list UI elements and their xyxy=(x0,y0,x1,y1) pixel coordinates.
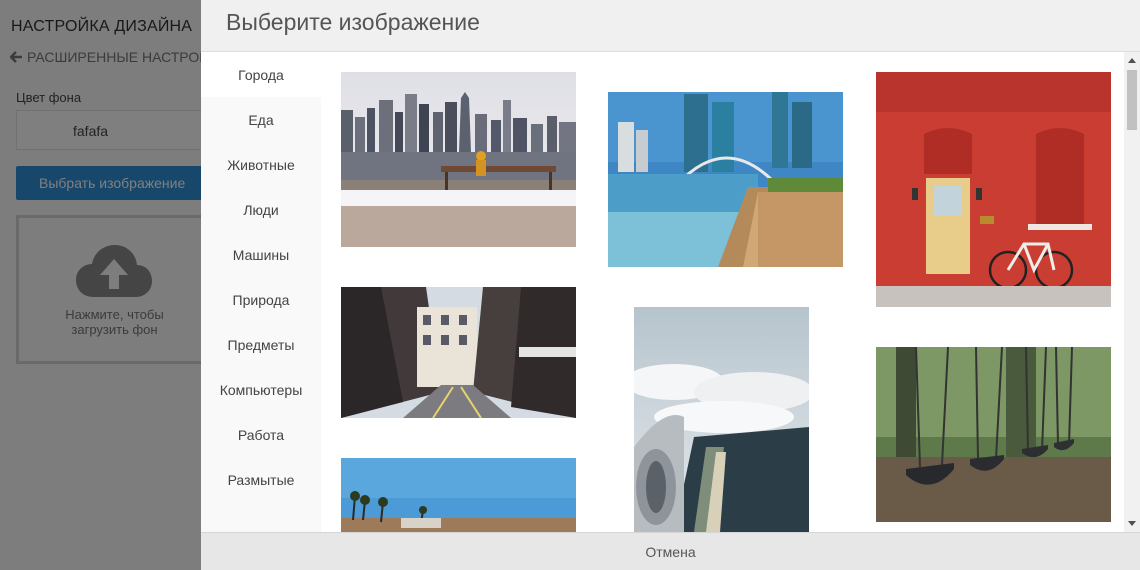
cancel-button[interactable]: Отмена xyxy=(201,533,1140,570)
category-item-cities[interactable]: Города xyxy=(201,52,321,97)
image-thumb-swings[interactable] xyxy=(876,347,1111,522)
category-item-blurred[interactable]: Размытые xyxy=(201,457,321,502)
modal-title: Выберите изображение xyxy=(226,9,480,35)
image-thumb-city-skyline[interactable] xyxy=(341,72,576,247)
image-gallery xyxy=(321,52,1124,532)
scroll-down-arrow-icon[interactable] xyxy=(1124,516,1140,530)
image-thumb-palm-coast[interactable] xyxy=(341,458,576,532)
scroll-up-arrow-icon[interactable] xyxy=(1124,54,1140,68)
image-thumb-airplane-window[interactable] xyxy=(634,307,809,532)
category-item-people[interactable]: Люди xyxy=(201,187,321,232)
category-item-cars[interactable]: Машины xyxy=(201,232,321,277)
category-item-food[interactable]: Еда xyxy=(201,97,321,142)
image-thumb-red-wall[interactable] xyxy=(876,72,1111,307)
category-item-nature[interactable]: Природа xyxy=(201,277,321,322)
image-picker-modal: Выберите изображение Города Еда Животные… xyxy=(201,0,1140,570)
category-item-work[interactable]: Работа xyxy=(201,412,321,457)
modal-header: Выберите изображение xyxy=(201,0,1140,52)
modal-footer: Отмена xyxy=(201,532,1140,570)
category-item-computers[interactable]: Компьютеры xyxy=(201,367,321,412)
category-list: Города Еда Животные Люди Машины Природа … xyxy=(201,52,321,532)
scrollbar-thumb[interactable] xyxy=(1127,70,1137,130)
gallery-scrollbar[interactable] xyxy=(1124,52,1140,532)
image-thumb-city-street[interactable] xyxy=(341,287,576,418)
category-item-animals[interactable]: Животные xyxy=(201,142,321,187)
category-item-objects[interactable]: Предметы xyxy=(201,322,321,367)
image-thumb-city-canal[interactable] xyxy=(608,92,843,267)
